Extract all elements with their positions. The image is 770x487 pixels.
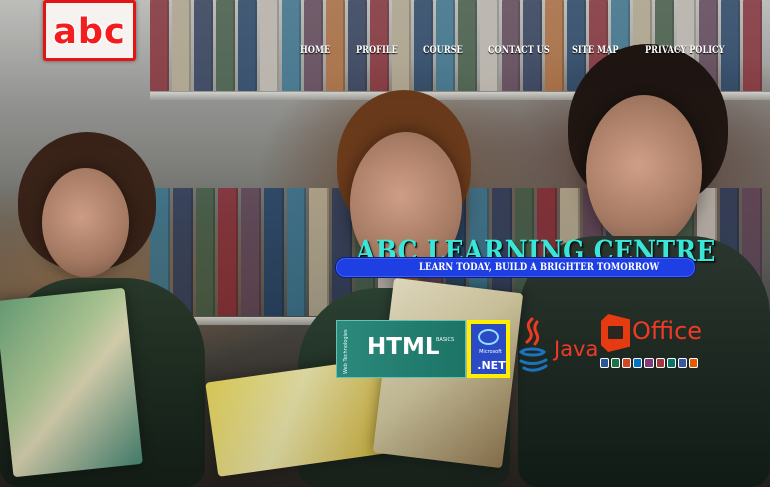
html-logo-badge: BASICS xyxy=(436,337,455,343)
office-logo-text: Office xyxy=(632,317,703,345)
html-logo-text: HTML xyxy=(367,334,440,360)
background-shelf xyxy=(150,92,770,100)
java-logo-text: Java xyxy=(554,337,599,361)
sway-icon xyxy=(689,359,697,367)
dotnet-logo-text: .NET xyxy=(477,359,506,372)
java-cup-icon xyxy=(518,317,548,372)
dotnet-course-logo: Microsoft .NET xyxy=(467,320,510,378)
logo-text: abc xyxy=(53,11,126,52)
technology-logos: Web Technologies HTML BASICS Microsoft .… xyxy=(336,314,702,380)
nav-course-link[interactable]: COURSE xyxy=(423,45,463,56)
html-logo-side-text: Web Technologies xyxy=(343,329,349,374)
tagline-bar: LEARN TODAY, BUILD A BRIGHTER TOMORROW xyxy=(335,257,696,278)
excel-icon xyxy=(612,359,620,367)
nav-home-link[interactable]: HOME xyxy=(300,45,330,56)
office-app-icons xyxy=(601,359,697,369)
access-icon xyxy=(656,359,664,367)
powerpoint-icon xyxy=(623,359,631,367)
outlook-icon xyxy=(634,359,642,367)
abc-logo[interactable]: abc xyxy=(43,0,136,61)
project-icon xyxy=(678,359,686,367)
nav-contact-us-link[interactable]: CONTACT US xyxy=(488,45,550,56)
publisher-icon xyxy=(667,359,675,367)
office-logo-icon xyxy=(601,314,630,352)
nav-site-map-link[interactable]: SITE MAP xyxy=(572,45,619,56)
main-navigation: HOME PROFILE COURSE CONTACT US SITE MAP … xyxy=(299,43,724,57)
hero-tagline: LEARN TODAY, BUILD A BRIGHTER TOMORROW xyxy=(419,262,660,273)
word-icon xyxy=(601,359,609,367)
dotnet-logo-icon xyxy=(478,329,499,345)
onenote-icon xyxy=(645,359,653,367)
nav-profile-link[interactable]: PROFILE xyxy=(356,45,398,56)
dotnet-logo-brand: Microsoft xyxy=(479,349,502,355)
nav-privacy-policy-link[interactable]: PRIVACY POLICY xyxy=(645,45,724,56)
hero-banner: abc HOME PROFILE COURSE CONTACT US SITE … xyxy=(0,0,770,487)
html-course-logo: Web Technologies HTML BASICS xyxy=(336,320,466,378)
